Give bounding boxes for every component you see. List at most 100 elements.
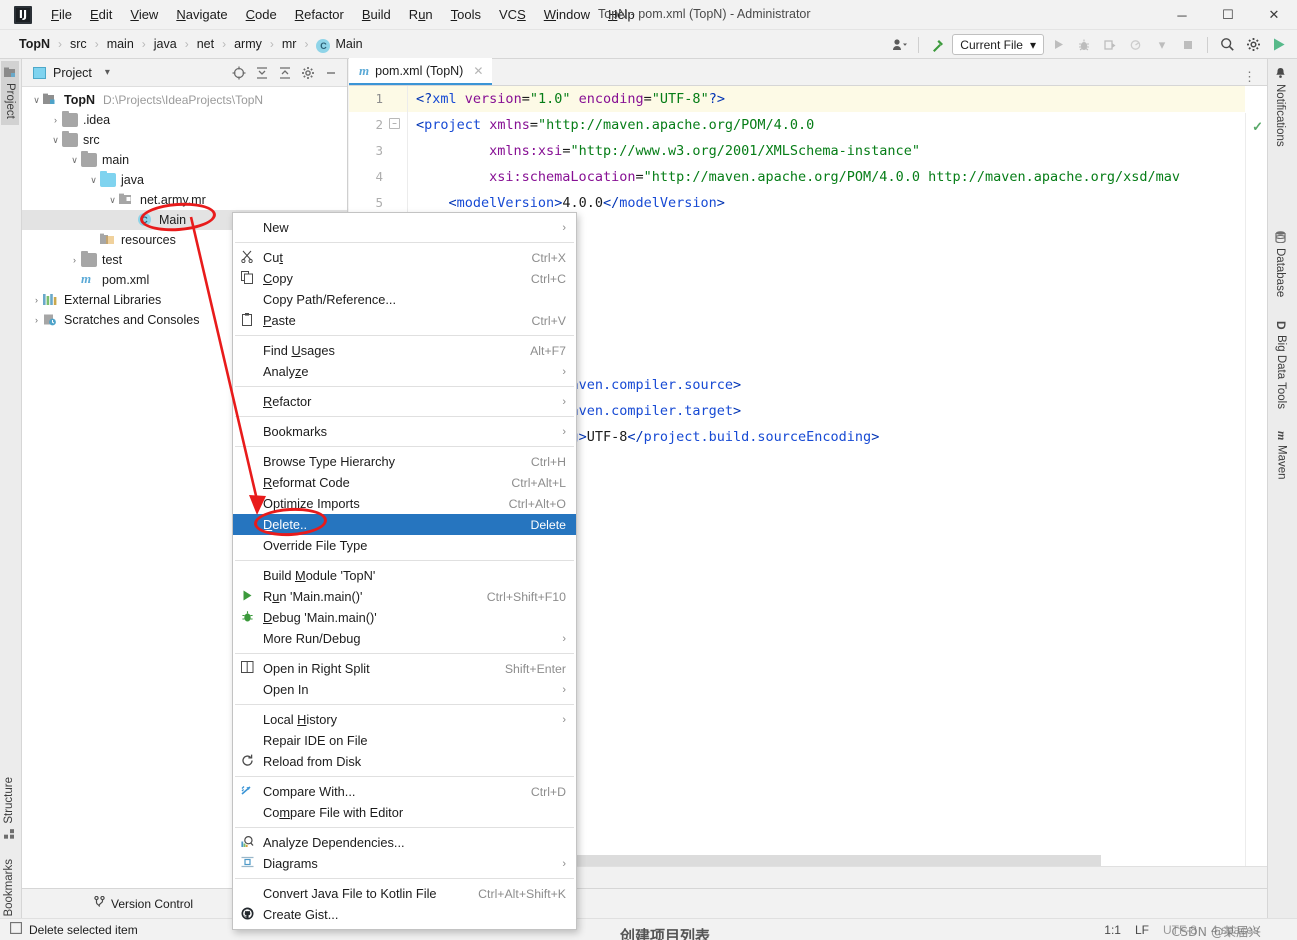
menu-refactor[interactable]: Refactor xyxy=(286,3,353,26)
breadcrumb-item-net[interactable]: net xyxy=(196,37,215,51)
caret-position[interactable]: 1:1 xyxy=(1104,923,1121,937)
code-line[interactable]: <project xmlns="http://maven.apache.org/… xyxy=(408,112,1245,138)
tree-node-main[interactable]: ∨main xyxy=(22,150,347,170)
menu-item-open-in[interactable]: Open In› xyxy=(233,679,576,700)
menu-item-build-module-topn[interactable]: Build Module 'TopN' xyxy=(233,565,576,586)
menu-edit[interactable]: Edit xyxy=(81,3,121,26)
code-fold-icon[interactable]: − xyxy=(389,118,400,129)
settings-gear-icon[interactable] xyxy=(298,63,318,83)
chevron-right-icon[interactable]: › xyxy=(30,295,43,305)
left-tool-window-stripe: Project Structure Bookmarks xyxy=(0,59,22,940)
tree-node-java[interactable]: ∨java xyxy=(22,170,347,190)
menu-item-compare-with[interactable]: Compare With...Ctrl+D xyxy=(233,781,576,802)
sidebar-item-label: Notifications xyxy=(1274,84,1286,147)
debug-bug-icon[interactable] xyxy=(1072,33,1096,57)
select-opened-file-icon[interactable] xyxy=(229,63,249,83)
menu-item-run-main-main[interactable]: Run 'Main.main()'Ctrl+Shift+F10 xyxy=(233,586,576,607)
chevron-right-icon[interactable]: › xyxy=(68,255,81,265)
sidebar-item-structure[interactable]: Structure xyxy=(3,777,15,840)
menu-tools[interactable]: Tools xyxy=(442,3,490,26)
menu-navigate[interactable]: Navigate xyxy=(167,3,236,26)
menu-build[interactable]: Build xyxy=(353,3,400,26)
sidebar-item-project[interactable]: Project xyxy=(1,61,19,125)
stop-square-icon[interactable] xyxy=(1176,33,1200,57)
sidebar-item-maven[interactable]: m Maven xyxy=(1274,431,1289,480)
breadcrumb-item-main[interactable]: main xyxy=(106,37,135,51)
profile-icon[interactable] xyxy=(1124,33,1148,57)
breadcrumb-item-java[interactable]: java xyxy=(153,37,178,51)
hide-panel-icon[interactable] xyxy=(321,63,341,83)
close-button[interactable]: ✕ xyxy=(1251,0,1297,30)
menu-separator xyxy=(235,776,574,777)
editor-options-icon[interactable]: ⋮ xyxy=(1243,69,1267,85)
menu-item-more-run-debug[interactable]: More Run/Debug› xyxy=(233,628,576,649)
chevron-down-icon[interactable]: ▾ xyxy=(1150,33,1174,57)
chevron-down-icon[interactable]: ▾ xyxy=(105,67,110,78)
menu-view[interactable]: View xyxy=(121,3,167,26)
run-configuration-selector[interactable]: Current File ▾ xyxy=(952,34,1044,55)
project-panel-toolbar[interactable] xyxy=(229,63,347,83)
expand-all-icon[interactable] xyxy=(252,63,272,83)
breadcrumb-item-main[interactable]: CMain xyxy=(315,37,363,52)
gear-icon[interactable] xyxy=(1241,33,1265,57)
window-controls[interactable]: ─ ☐ ✕ xyxy=(1159,0,1297,30)
menu-item-debug-main-main[interactable]: Debug 'Main.main()' xyxy=(233,607,576,628)
menu-item-convert-java-file-to-kotlin-file[interactable]: Convert Java File to Kotlin FileCtrl+Alt… xyxy=(233,883,576,904)
code-line[interactable]: <?xml version="1.0" encoding="UTF-8"?> xyxy=(408,86,1245,112)
sidebar-item-big-data-tools[interactable]: D Big Data Tools xyxy=(1274,321,1288,409)
breadcrumb[interactable]: TopN›src›main›java›net›army›mr›CMain xyxy=(18,37,364,52)
collapse-all-icon[interactable] xyxy=(275,63,295,83)
menu-file[interactable]: File xyxy=(42,3,81,26)
breadcrumb-item-src[interactable]: src xyxy=(69,37,88,51)
menu-vcs[interactable]: VCS xyxy=(490,3,535,26)
bottom-item-version-control[interactable]: Version Control xyxy=(84,896,203,911)
tree-node-src[interactable]: ∨ src xyxy=(22,130,347,150)
sidebar-item-notifications[interactable]: Notifications xyxy=(1274,67,1286,147)
chevron-down-icon[interactable]: ∨ xyxy=(106,195,119,206)
ide-updates-icon[interactable] xyxy=(1267,33,1291,57)
run-with-coverage-icon[interactable] xyxy=(1098,33,1122,57)
menu-run[interactable]: Run xyxy=(400,3,442,26)
chevron-down-icon[interactable]: ∨ xyxy=(49,135,62,146)
close-icon[interactable]: ✕ xyxy=(473,64,483,78)
menu-item-shortcut: Ctrl+Alt+O xyxy=(509,497,566,511)
menu-item-analyze-dependencies[interactable]: Analyze Dependencies... xyxy=(233,832,576,853)
menu-item-create-gist[interactable]: Create Gist... xyxy=(233,904,576,925)
chevron-right-icon[interactable]: › xyxy=(30,315,43,325)
chevron-down-icon[interactable]: ∨ xyxy=(30,95,43,106)
main-toolbar[interactable]: Current File ▾ ▾ xyxy=(887,30,1291,59)
menu-item-override-file-type[interactable]: Override File Type xyxy=(233,535,576,556)
minimize-button[interactable]: ─ xyxy=(1159,0,1205,30)
breadcrumb-item-army[interactable]: army xyxy=(233,37,263,51)
code-line[interactable]: xmlns:xsi="http://www.w3.org/2001/XMLSch… xyxy=(408,138,1245,164)
chevron-down-icon[interactable]: ∨ xyxy=(68,155,81,166)
menu-item-local-history[interactable]: Local History› xyxy=(233,709,576,730)
menu-item-reload-from-disk[interactable]: Reload from Disk xyxy=(233,751,576,772)
maximize-button[interactable]: ☐ xyxy=(1205,0,1251,30)
sidebar-item-database[interactable]: Database xyxy=(1274,231,1286,297)
chevron-down-icon[interactable]: ∨ xyxy=(87,175,100,186)
menu-item-diagrams[interactable]: Diagrams› xyxy=(233,853,576,874)
project-panel-title[interactable]: Project ▾ xyxy=(33,66,110,80)
chevron-right-icon[interactable]: › xyxy=(49,115,62,125)
menu-item-open-in-right-split[interactable]: Open in Right SplitShift+Enter xyxy=(233,658,576,679)
menu-item-compare-file-with-editor[interactable]: Compare File with Editor xyxy=(233,802,576,823)
folder-icon xyxy=(62,133,78,147)
tree-node--idea[interactable]: ›.idea xyxy=(22,110,347,130)
breadcrumb-item-mr[interactable]: mr xyxy=(281,37,298,51)
search-icon[interactable] xyxy=(1215,33,1239,57)
menu-bar[interactable]: File Edit View Navigate Code Refactor Bu… xyxy=(42,3,644,26)
user-avatar-icon[interactable] xyxy=(887,33,911,57)
tree-node-topn[interactable]: ∨TopND:\Projects\IdeaProjects\TopN xyxy=(22,90,347,110)
menu-item-repair-ide-on-file[interactable]: Repair IDE on File xyxy=(233,730,576,751)
run-triangle-icon[interactable] xyxy=(1046,33,1070,57)
menu-code[interactable]: Code xyxy=(237,3,286,26)
tree-node-label: src xyxy=(83,133,100,147)
structure-icon xyxy=(3,829,15,840)
code-line[interactable]: xsi:schemaLocation="http://maven.apache.… xyxy=(408,164,1245,190)
menu-window[interactable]: Window xyxy=(535,3,599,26)
editor-tab-pom-xml[interactable]: m pom.xml (TopN) ✕ xyxy=(349,58,492,85)
hammer-icon[interactable] xyxy=(926,33,950,57)
breadcrumb-item-topn[interactable]: TopN xyxy=(18,37,51,51)
line-separator[interactable]: LF xyxy=(1135,923,1149,937)
